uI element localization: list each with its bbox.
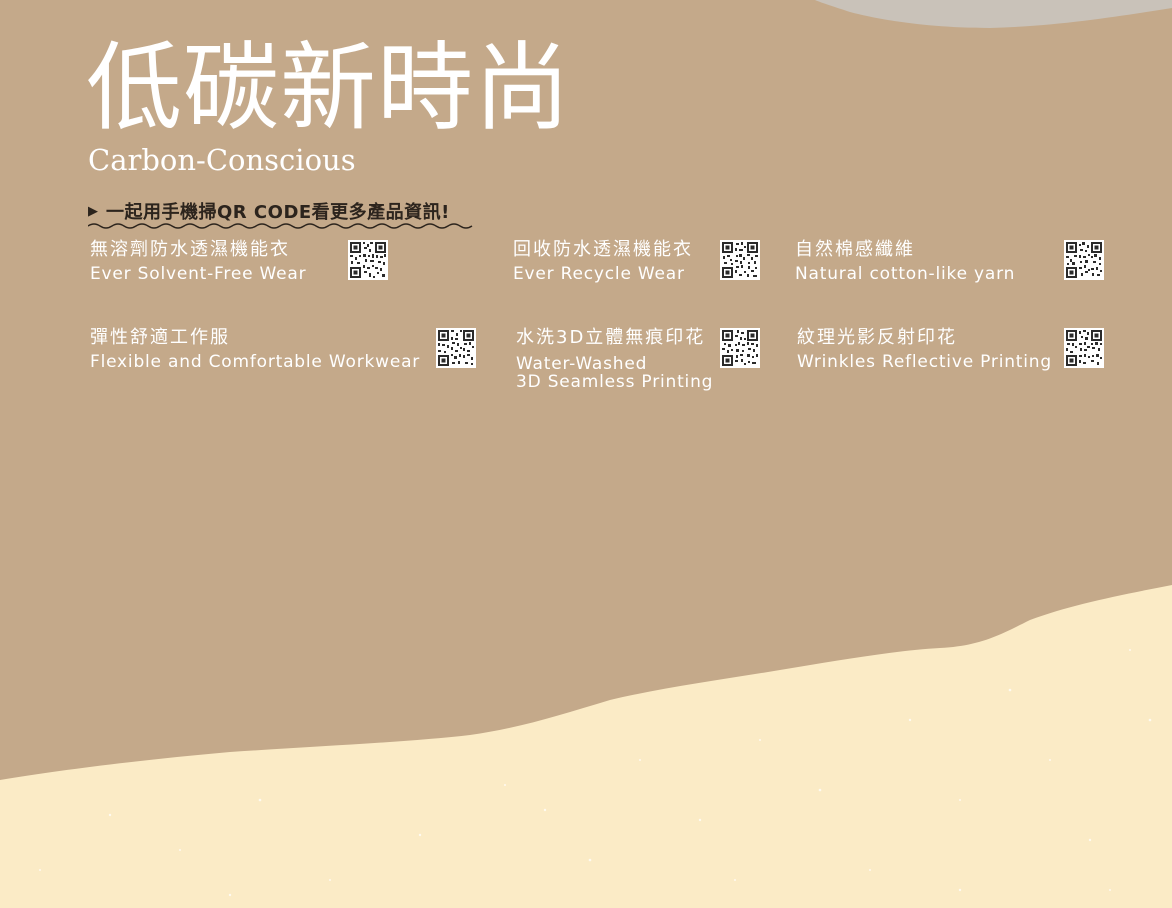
page-subtitle: Carbon-Conscious [88, 143, 356, 177]
product-name-zh: 自然棉感纖維 [795, 239, 915, 260]
product-name-zh: 紋理光影反射印花 [797, 327, 957, 348]
product-name-zh: 彈性舒適工作服 [90, 327, 230, 348]
qr-code-icon[interactable] [720, 328, 760, 368]
product-name-en: Flexible and Comfortable Workwear [90, 352, 421, 372]
product-name-zh: 回收防水透濕機能衣 [513, 239, 693, 260]
qr-code-icon[interactable] [1064, 328, 1104, 368]
product-name-en-line2: 3D Seamless Printing [516, 372, 714, 392]
product-name-en-line1: Water-Washed [516, 354, 648, 374]
product-name-zh: 水洗3D立體無痕印花 [516, 327, 706, 348]
product-name-zh: 無溶劑防水透濕機能衣 [90, 239, 290, 260]
wavy-underline [88, 223, 473, 229]
product-name-en: Ever Recycle Wear [513, 264, 685, 284]
scan-hint: ▶ 一起用手機掃QR CODE看更多產品資訊! [88, 197, 450, 225]
qr-code-icon[interactable] [436, 328, 476, 368]
scan-hint-text: 一起用手機掃QR CODE看更多產品資訊! [106, 202, 450, 223]
qr-code-icon[interactable] [720, 240, 760, 280]
qr-code-icon[interactable] [348, 240, 388, 280]
product-name-en: Ever Solvent-Free Wear [90, 264, 307, 284]
page-title: 低碳新時尚 [86, 32, 571, 144]
product-name-en: Wrinkles Reflective Printing [797, 352, 1052, 372]
qr-code-icon[interactable] [1064, 240, 1104, 280]
play-triangle-icon: ▶ [88, 203, 98, 219]
product-name-en: Natural cotton-like yarn [795, 264, 1016, 284]
